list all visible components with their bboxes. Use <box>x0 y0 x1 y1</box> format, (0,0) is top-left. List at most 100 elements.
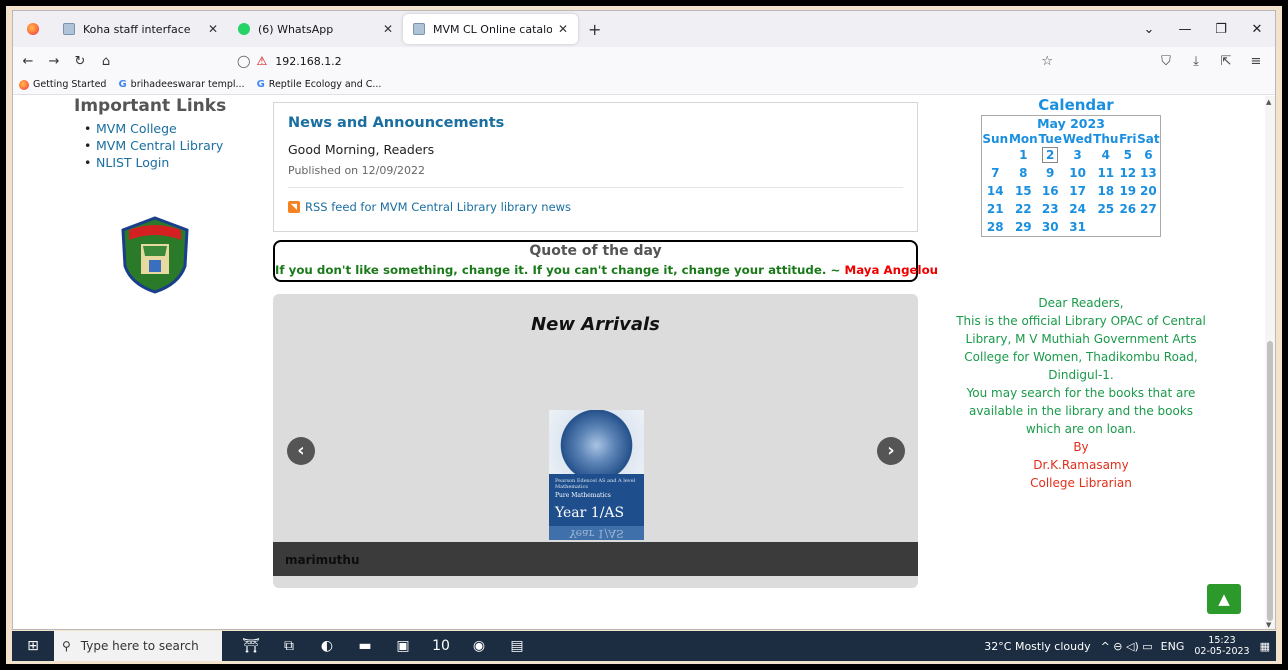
photos-icon[interactable]: 10 <box>422 638 460 654</box>
weather-status[interactable]: 32°C Mostly cloudy <box>984 640 1090 653</box>
taskbar-search[interactable]: ⚲ Type here to search <box>54 631 222 661</box>
cover-text: Pearson Edexcel AS and A level Mathemati… <box>549 474 644 525</box>
shield-icon[interactable]: ◯ <box>237 54 250 68</box>
news-panel: News and Announcements Good Morning, Rea… <box>273 102 918 232</box>
important-links-title: Important Links <box>74 96 227 116</box>
calendar-day: 19 <box>1119 184 1137 198</box>
forward-icon[interactable]: → <box>43 54 65 69</box>
page-scrollbar[interactable]: ▲ ▼ <box>1265 96 1275 629</box>
url-text[interactable]: 192.168.1.2 <box>275 55 341 68</box>
welcome-intro: This is the official Library OPAC of Cen… <box>956 314 1206 382</box>
calendar-day: 9 <box>1046 166 1055 180</box>
link-mvm-college[interactable]: MVM College <box>84 120 254 137</box>
bookmark-reptile[interactable]: G Reptile Ecology and C... <box>257 79 382 90</box>
photos-badge: 10 <box>432 638 450 654</box>
welcome-salutation: Dear Readers, <box>1038 296 1124 310</box>
downloads-icon[interactable]: ⤓ <box>1181 54 1211 69</box>
firefox-taskbar-icon[interactable]: ◉ <box>460 638 498 654</box>
day-header: Thu <box>1093 132 1119 146</box>
tab-opac[interactable]: MVM CL Online catalogue catal ✕ <box>403 14 578 44</box>
tray-icons[interactable]: ^ ⊖ ◁) ▭ <box>1101 640 1153 653</box>
calendar-day <box>982 146 1009 164</box>
calendar-day: 11 <box>1097 166 1115 180</box>
taskbar-apps: ⛩ ⧉ ◐ ▬ ▣ 10 ◉ ▤ <box>232 638 536 654</box>
calendar-day: 30 <box>1041 219 1059 234</box>
bookmark-brihadeeswarar[interactable]: G brihadeeswarar templ... <box>118 79 244 90</box>
calendar-day: 5 <box>1123 148 1132 162</box>
window-controls: ⌄ — ❐ ✕ <box>1131 11 1275 47</box>
calendar-today: 2 <box>1038 146 1062 164</box>
scrollbar-thumb[interactable] <box>1267 341 1273 621</box>
clock-date: 02-05-2023 <box>1194 646 1250 657</box>
windows-start-icon[interactable]: ⊞ <box>12 638 54 654</box>
home-icon[interactable]: ⌂ <box>95 54 117 69</box>
carousel-prev-icon[interactable]: ‹ <box>287 437 315 465</box>
notifications-icon[interactable]: ▦ <box>1260 640 1270 653</box>
tab-whatsapp[interactable]: (6) WhatsApp ✕ <box>228 14 403 44</box>
calendar-day: 23 <box>1041 202 1059 216</box>
quote-line: If you don't like something, change it. … <box>275 263 938 277</box>
close-tab-icon[interactable]: ✕ <box>558 22 568 36</box>
tab-koha[interactable]: Koha staff interface ✕ <box>53 14 228 44</box>
link-nlist-login[interactable]: NLIST Login <box>84 154 254 171</box>
calendar-day: 8 <box>1019 166 1028 180</box>
word-icon[interactable]: ▤ <box>498 638 536 654</box>
pocket-icon[interactable]: ⛉ <box>1151 54 1181 69</box>
calendar-day: 4 <box>1101 148 1110 162</box>
calendar-title: Calendar <box>1038 96 1114 114</box>
book-cover[interactable]: Pearson Edexcel AS and A level Mathemati… <box>549 410 644 540</box>
close-tab-icon[interactable]: ✕ <box>383 22 393 36</box>
file-explorer-icon[interactable]: ▬ <box>346 638 384 654</box>
day-header: Tue <box>1038 132 1062 146</box>
welcome-message: Dear Readers, This is the official Libra… <box>951 294 1211 492</box>
firefox-menu-icon[interactable] <box>27 23 39 35</box>
calendar-widget: Calendar May 2023 Sun Mon Tue Wed Thu Fr… <box>971 96 1181 237</box>
close-window-icon[interactable]: ✕ <box>1239 22 1275 37</box>
calendar-day: 20 <box>1140 184 1157 198</box>
language-indicator[interactable]: ENG <box>1161 640 1185 653</box>
quote-author: Maya Angelou <box>844 263 939 277</box>
taskbar-clock[interactable]: 15:23 02-05-2023 <box>1194 635 1249 657</box>
calendar-day: 13 <box>1140 166 1157 180</box>
back-to-top-button[interactable]: ▲ <box>1207 584 1241 614</box>
insecure-lock-icon[interactable]: ⚠ <box>256 54 267 68</box>
day-header: Mon <box>1008 132 1038 146</box>
quote-text: If you don't like something, change it. … <box>275 263 845 277</box>
calendar-day: 6 <box>1144 148 1153 162</box>
temple-widget-icon[interactable]: ⛩ <box>232 638 270 654</box>
rss-label: RSS feed for MVM Central Library library… <box>305 200 572 214</box>
restore-icon[interactable]: ❐ <box>1203 22 1239 37</box>
cover-subject: Pure Mathematics <box>555 492 611 499</box>
scroll-down-icon[interactable]: ▼ <box>1266 621 1271 629</box>
url-bar[interactable]: ◯ ⚠ 192.168.1.2 ☆ <box>233 49 1053 73</box>
task-view-icon[interactable]: ⧉ <box>270 638 308 654</box>
close-tab-icon[interactable]: ✕ <box>208 22 218 36</box>
librarian-name: Dr.K.Ramasamy <box>1033 458 1129 472</box>
back-icon[interactable]: ← <box>17 54 39 69</box>
edge-icon[interactable]: ◐ <box>308 638 346 654</box>
menu-icon[interactable]: ≡ <box>1241 54 1271 69</box>
bookmark-label: Reptile Ecology and C... <box>268 79 382 90</box>
day-header: Fri <box>1119 132 1137 146</box>
welcome-by: By <box>1073 440 1089 454</box>
whatsapp-favicon-icon <box>238 23 250 35</box>
list-all-tabs-icon[interactable]: ⌄ <box>1131 22 1167 37</box>
new-tab-icon[interactable]: + <box>588 20 601 39</box>
tab-title: MVM CL Online catalogue catal <box>433 22 552 36</box>
link-mvm-central-library[interactable]: MVM Central Library <box>84 137 254 154</box>
rss-feed-link[interactable]: ◥ RSS feed for MVM Central Library libra… <box>288 200 903 214</box>
google-icon: G <box>256 79 265 90</box>
bookmark-star-icon[interactable]: ☆ <box>1041 54 1053 69</box>
calendar-day: 17 <box>1069 184 1086 198</box>
bookmark-label: brihadeeswarar templ... <box>130 79 245 90</box>
news-title: News and Announcements <box>288 115 505 131</box>
minimize-icon[interactable]: — <box>1167 22 1203 37</box>
store-icon[interactable]: ▣ <box>384 638 422 654</box>
caption-text: marimuthu <box>285 553 360 567</box>
bookmark-getting-started[interactable]: Getting Started <box>19 79 106 90</box>
carousel-next-icon[interactable]: › <box>877 437 905 465</box>
reload-icon[interactable]: ↻ <box>69 54 91 69</box>
share-icon[interactable]: ⇱ <box>1211 54 1241 69</box>
scroll-up-icon[interactable]: ▲ <box>1266 98 1271 106</box>
calendar-day: 1 <box>1019 148 1028 162</box>
